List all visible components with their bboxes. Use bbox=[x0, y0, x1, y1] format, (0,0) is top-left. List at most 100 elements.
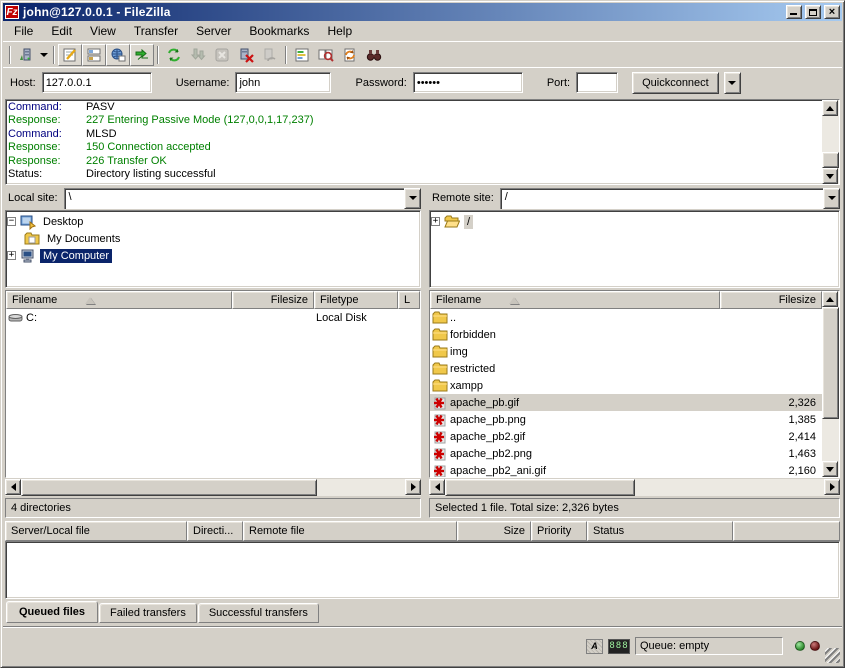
remote-file-row[interactable]: apache_pb2.gif 2,414 bbox=[430, 428, 822, 445]
remote-file-row[interactable]: apache_pb2_ani.gif 2,160 bbox=[430, 462, 822, 477]
process-queue-button[interactable] bbox=[186, 44, 210, 66]
speed-limit-indicator[interactable]: 888 bbox=[608, 639, 630, 654]
arrow-up-icon bbox=[826, 297, 834, 302]
scroll-down-button[interactable] bbox=[822, 168, 838, 184]
transfer-type-indicator[interactable]: A bbox=[586, 639, 603, 654]
host-input[interactable] bbox=[42, 72, 152, 93]
scroll-up-button[interactable] bbox=[822, 100, 838, 116]
remote-site-value[interactable]: / bbox=[500, 188, 823, 209]
column-header-filesize[interactable]: Filesize bbox=[720, 291, 822, 309]
tree-label[interactable]: My Documents bbox=[44, 232, 123, 246]
close-button[interactable]: × bbox=[824, 5, 840, 19]
tab-queued-files[interactable]: Queued files bbox=[6, 601, 98, 623]
remote-file-row[interactable]: .. bbox=[430, 309, 822, 326]
window-title: john@127.0.0.1 - FileZilla bbox=[22, 5, 783, 19]
scroll-thumb[interactable] bbox=[822, 152, 839, 168]
column-header-filename[interactable]: Filename bbox=[430, 291, 720, 309]
scroll-right-button[interactable] bbox=[824, 479, 840, 495]
resize-grip[interactable] bbox=[825, 648, 840, 663]
local-file-row[interactable]: C: Local Disk bbox=[6, 309, 420, 326]
column-header-filesize[interactable]: Filesize bbox=[232, 291, 314, 309]
queue-column-size[interactable]: Size bbox=[457, 521, 531, 541]
local-site-dropdown-button[interactable] bbox=[404, 188, 421, 209]
maximize-button[interactable] bbox=[805, 5, 821, 19]
scroll-left-button[interactable] bbox=[5, 479, 21, 495]
tree-item-root[interactable]: + / bbox=[431, 213, 838, 230]
expand-toggle[interactable]: + bbox=[431, 217, 440, 226]
tab-failed-transfers[interactable]: Failed transfers bbox=[99, 603, 197, 623]
tree-item-my-documents[interactable]: My Documents bbox=[7, 230, 419, 247]
scroll-down-button[interactable] bbox=[822, 461, 838, 477]
toggle-message-log-button[interactable] bbox=[58, 44, 82, 66]
remote-file-row[interactable]: forbidden bbox=[430, 326, 822, 343]
remote-file-row[interactable]: apache_pb.png 1,385 bbox=[430, 411, 822, 428]
quickconnect-button[interactable]: Quickconnect bbox=[632, 72, 719, 94]
expand-toggle[interactable]: + bbox=[7, 251, 16, 260]
queue-column-empty[interactable] bbox=[733, 521, 840, 541]
queue-column-priority[interactable]: Priority bbox=[531, 521, 587, 541]
scroll-up-button[interactable] bbox=[822, 291, 838, 307]
site-manager-button[interactable] bbox=[14, 44, 38, 66]
menu-edit[interactable]: Edit bbox=[42, 22, 81, 40]
toggle-local-tree-button[interactable] bbox=[82, 44, 106, 66]
tree-item-my-computer[interactable]: + My Computer bbox=[7, 247, 419, 264]
menu-file[interactable]: File bbox=[5, 22, 42, 40]
remote-vertical-scrollbar[interactable] bbox=[822, 291, 839, 477]
scroll-thumb[interactable] bbox=[445, 479, 635, 496]
username-input[interactable] bbox=[235, 72, 331, 93]
quickconnect-dropdown-button[interactable] bbox=[724, 72, 741, 94]
remote-file-row[interactable]: restricted bbox=[430, 360, 822, 377]
password-input[interactable] bbox=[413, 72, 523, 93]
minimize-icon bbox=[790, 13, 797, 15]
pane-splitter[interactable] bbox=[421, 187, 429, 518]
remote-file-row[interactable]: apache_pb2.png 1,463 bbox=[430, 445, 822, 462]
find-files-button[interactable] bbox=[362, 44, 386, 66]
scroll-right-button[interactable] bbox=[405, 479, 421, 495]
scroll-thumb[interactable] bbox=[822, 307, 839, 419]
minimize-button[interactable] bbox=[786, 5, 802, 19]
menu-bookmarks[interactable]: Bookmarks bbox=[240, 22, 318, 40]
local-horizontal-scrollbar[interactable] bbox=[5, 479, 421, 496]
refresh-button[interactable] bbox=[162, 44, 186, 66]
queue-column-status[interactable]: Status bbox=[587, 521, 733, 541]
site-manager-dropdown-button[interactable] bbox=[38, 44, 50, 66]
column-header-filetype[interactable]: Filetype bbox=[314, 291, 398, 309]
toggle-remote-tree-button[interactable] bbox=[106, 44, 130, 66]
remote-file-row-selected[interactable]: apache_pb.gif 2,326 bbox=[430, 394, 822, 411]
collapse-toggle[interactable]: − bbox=[7, 217, 16, 226]
column-header-lastmodified[interactable]: L bbox=[398, 291, 420, 309]
titlebar[interactable]: Fz john@127.0.0.1 - FileZilla × bbox=[3, 3, 842, 21]
tree-label-selected[interactable]: My Computer bbox=[40, 249, 112, 263]
queue-column-remote-file[interactable]: Remote file bbox=[243, 521, 457, 541]
reconnect-button[interactable] bbox=[258, 44, 282, 66]
queue-column-server-local-file[interactable]: Server/Local file bbox=[5, 521, 187, 541]
scroll-thumb[interactable] bbox=[21, 479, 317, 496]
tree-label-selected[interactable]: / bbox=[464, 215, 473, 229]
remote-horizontal-scrollbar[interactable] bbox=[429, 479, 840, 496]
column-header-filename[interactable]: Filename bbox=[6, 291, 232, 309]
remote-site-combo[interactable]: / bbox=[500, 188, 840, 209]
toggle-transfer-queue-button[interactable] bbox=[130, 44, 154, 66]
local-site-value[interactable]: \ bbox=[64, 188, 404, 209]
synchronized-browsing-button[interactable] bbox=[338, 44, 362, 66]
disconnect-button[interactable] bbox=[234, 44, 258, 66]
cancel-operation-button[interactable] bbox=[210, 44, 234, 66]
remote-file-row[interactable]: img bbox=[430, 343, 822, 360]
log-scrollbar[interactable] bbox=[822, 100, 839, 184]
queue-column-direction[interactable]: Directi... bbox=[187, 521, 243, 541]
remote-file-row[interactable]: xampp bbox=[430, 377, 822, 394]
menu-transfer[interactable]: Transfer bbox=[125, 22, 187, 40]
menu-help[interactable]: Help bbox=[318, 22, 361, 40]
folder-icon bbox=[432, 378, 448, 394]
tree-label[interactable]: Desktop bbox=[40, 215, 86, 229]
menu-server[interactable]: Server bbox=[187, 22, 240, 40]
local-site-combo[interactable]: \ bbox=[64, 188, 421, 209]
tree-item-desktop[interactable]: − Desktop bbox=[7, 213, 419, 230]
remote-site-dropdown-button[interactable] bbox=[823, 188, 840, 209]
directory-comparison-button[interactable] bbox=[314, 44, 338, 66]
scroll-left-button[interactable] bbox=[429, 479, 445, 495]
menu-view[interactable]: View bbox=[81, 22, 125, 40]
tab-successful-transfers[interactable]: Successful transfers bbox=[198, 603, 319, 623]
directory-filter-button[interactable] bbox=[290, 44, 314, 66]
port-input[interactable] bbox=[576, 72, 618, 93]
